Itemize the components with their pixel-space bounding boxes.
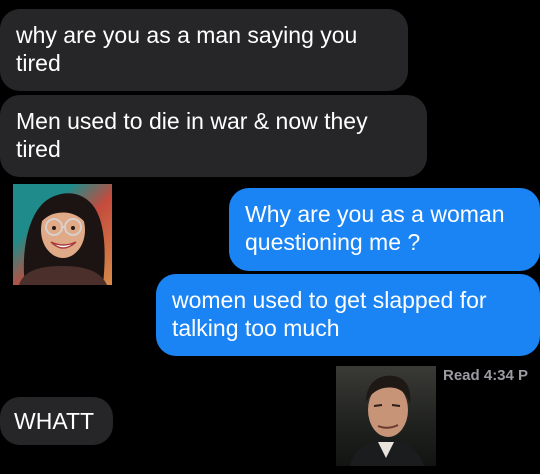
- message-bubble-incoming[interactable]: why are you as a man saying you tired: [0, 9, 408, 91]
- message-bubble-incoming[interactable]: Men used to die in war & now they tired: [0, 95, 427, 177]
- man-portrait-illustration: [350, 375, 424, 466]
- woman-reaction-photo: [13, 184, 112, 285]
- message-bubble-outgoing[interactable]: women used to get slapped for talking to…: [156, 274, 540, 356]
- message-text-line: Men used to die in war & now they: [16, 108, 368, 134]
- woman-portrait-illustration: [19, 193, 107, 285]
- man-reaction-photo: [336, 366, 436, 466]
- message-text-line: tired: [16, 136, 61, 162]
- message-text-line: tired: [16, 50, 61, 76]
- message-text: WHATT: [14, 408, 95, 434]
- message-text-line: women used to get slapped for: [172, 287, 487, 313]
- message-text-line: Why are you as a woman: [245, 201, 505, 227]
- message-text-line: why are you as a man saying you: [16, 22, 358, 48]
- read-receipt: Read 4:34 P: [443, 367, 529, 384]
- message-text-line: talking too much: [172, 315, 340, 341]
- message-bubble-incoming[interactable]: WHATT: [0, 397, 113, 445]
- message-text-line: questioning me ?: [245, 229, 421, 255]
- message-bubble-outgoing[interactable]: Why are you as a woman questioning me ?: [229, 188, 540, 271]
